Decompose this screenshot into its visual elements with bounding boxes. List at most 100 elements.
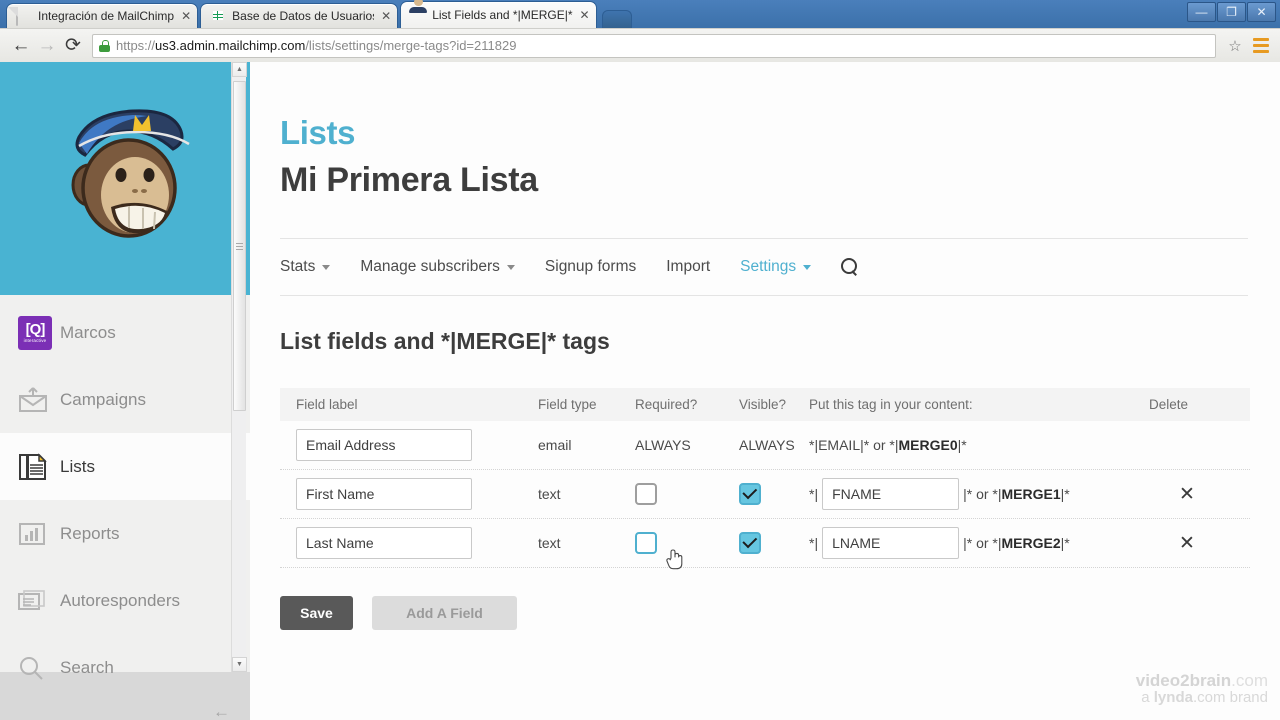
search-icon[interactable]: [841, 258, 859, 276]
back-icon[interactable]: ←: [8, 33, 34, 59]
scroll-down-arrow-icon[interactable]: ▼: [232, 657, 247, 672]
tab-settings[interactable]: Settings: [740, 258, 812, 276]
avatar-icon: [Q] interactive: [18, 315, 60, 350]
required-cell: [635, 532, 739, 554]
autoresponder-icon: [18, 588, 60, 614]
main-content: Lists Mi Primera Lista Stats Manage subs…: [250, 62, 1280, 720]
browser-tab-3-active[interactable]: List Fields and *|MERGE|* ✕: [400, 0, 597, 28]
tab-title: List Fields and *|MERGE|*: [432, 8, 573, 22]
scroll-up-arrow-icon[interactable]: ▲: [232, 62, 247, 77]
visible-checkbox[interactable]: [739, 483, 761, 505]
sidebar-item-autoresponders[interactable]: Autoresponders: [0, 567, 250, 634]
field-label-input[interactable]: Last Name: [296, 527, 472, 559]
merge-tag-prefix: *|: [809, 535, 819, 551]
merge-tag-cell: *| LNAME |* or *|MERGE2|*: [809, 527, 1149, 559]
field-type-cell: text: [538, 486, 561, 502]
save-button[interactable]: Save: [280, 596, 353, 630]
scrollbar-thumb[interactable]: [233, 81, 246, 411]
bar-chart-icon: [18, 521, 60, 547]
merge-tag-cell: *|EMAIL|* or *|MERGE0|*: [809, 437, 1149, 453]
sidebar: [Q] interactive Marcos Campaigns Lists R…: [0, 62, 250, 720]
merge-tag-cell: *| FNAME |* or *|MERGE1|*: [809, 478, 1149, 510]
sidebar-nav: [Q] interactive Marcos Campaigns Lists R…: [0, 295, 250, 701]
tab-close-icon[interactable]: ✕: [381, 10, 391, 22]
tab-signup-forms[interactable]: Signup forms: [545, 258, 636, 276]
delete-field-icon[interactable]: ✕: [1179, 533, 1195, 554]
tab-close-icon[interactable]: ✕: [181, 10, 191, 22]
required-checkbox[interactable]: [635, 483, 657, 505]
field-label-input[interactable]: Email Address: [296, 429, 472, 461]
minimize-button[interactable]: —: [1187, 2, 1216, 22]
add-field-button[interactable]: Add A Field: [372, 596, 517, 630]
sidebar-item-lists[interactable]: Lists: [0, 433, 250, 500]
merge-tag-input[interactable]: LNAME: [822, 527, 960, 559]
column-header-field-label: Field label: [296, 397, 358, 412]
table-row: Email Address email ALWAYS ALWAYS *|EMAI…: [280, 421, 1250, 470]
column-header-delete: Delete: [1149, 397, 1189, 412]
visible-cell: [739, 483, 809, 505]
column-header-visible: Visible?: [739, 397, 787, 412]
magnifier-icon: [18, 655, 60, 681]
visible-checkbox[interactable]: [739, 532, 761, 554]
tab-label: Stats: [280, 258, 316, 275]
browser-tab-2[interactable]: Base de Datos de Usuarios ✕: [200, 3, 399, 28]
table-header-row: Field label Field type Required? Visible…: [280, 388, 1250, 421]
tab-label: Import: [666, 258, 711, 275]
column-header-field-type: Field type: [538, 397, 597, 412]
url-path: /lists/settings/merge-tags?id=211829: [305, 38, 517, 53]
sidebar-scrollbar[interactable]: ▲ ▼: [231, 62, 247, 672]
sidebar-item-label: Campaigns: [60, 389, 146, 409]
lock-icon: [99, 39, 110, 52]
delete-cell: ✕: [1149, 532, 1250, 555]
tab-close-icon[interactable]: ✕: [580, 9, 590, 21]
browser-toolbar: ← → ⟳ https://us3.admin.mailchimp.com/li…: [0, 28, 1280, 62]
required-checkbox[interactable]: [635, 532, 657, 554]
tab-label: Manage subscribers: [360, 258, 500, 275]
column-header-merge-tag: Put this tag in your content:: [809, 397, 973, 412]
tab-manage-subscribers[interactable]: Manage subscribers: [360, 258, 515, 276]
page-body: [Q] interactive Marcos Campaigns Lists R…: [0, 62, 1280, 720]
chevron-down-icon: [506, 264, 515, 270]
new-tab-button[interactable]: [601, 10, 632, 28]
delete-cell: ✕: [1149, 483, 1250, 506]
breadcrumb[interactable]: Lists: [280, 114, 1248, 152]
avatar-initials: [Q]: [25, 320, 46, 338]
address-bar[interactable]: https://us3.admin.mailchimp.com/lists/se…: [92, 33, 1216, 58]
fields-table: Field label Field type Required? Visible…: [280, 388, 1250, 568]
chevron-down-icon: [322, 264, 331, 270]
required-cell: [635, 483, 739, 505]
window-controls: — ❐ ✕: [1187, 2, 1276, 22]
tab-import[interactable]: Import: [666, 258, 710, 276]
form-actions: Save Add A Field: [280, 596, 1248, 630]
bookmark-star-icon[interactable]: ☆: [1226, 37, 1244, 55]
required-value: ALWAYS: [635, 437, 691, 453]
browser-tab-1[interactable]: Integración de MailChimp ✕: [6, 3, 199, 28]
forward-icon[interactable]: →: [34, 33, 60, 59]
reload-icon[interactable]: ⟳: [60, 33, 86, 59]
list-nav-tabs: Stats Manage subscribers Signup forms Im…: [280, 238, 1248, 296]
document-icon: [16, 7, 32, 26]
list-document-icon: [18, 452, 60, 482]
tab-stats[interactable]: Stats: [280, 258, 331, 276]
avatar-sublabel: interactive: [23, 337, 47, 343]
sidebar-item-campaigns[interactable]: Campaigns: [0, 366, 250, 433]
delete-field-icon[interactable]: ✕: [1179, 484, 1195, 505]
sidebar-item-marcos[interactable]: [Q] interactive Marcos: [0, 299, 250, 366]
browser-chrome: Integración de MailChimp ✕ Base de Datos…: [0, 0, 1280, 62]
merge-tag-input[interactable]: FNAME: [822, 478, 960, 510]
sidebar-item-search[interactable]: Search: [0, 634, 250, 701]
tab-strip: Integración de MailChimp ✕ Base de Datos…: [0, 0, 1280, 28]
close-window-button[interactable]: ✕: [1247, 2, 1276, 22]
tab-label: Signup forms: [544, 258, 637, 275]
sidebar-item-reports[interactable]: Reports: [0, 500, 250, 567]
sidebar-item-label: Autoresponders: [60, 590, 181, 610]
field-label-input[interactable]: First Name: [296, 478, 472, 510]
maximize-button[interactable]: ❐: [1217, 2, 1246, 22]
envelope-icon: [18, 386, 60, 413]
table-row: First Name text *| FNAME |* or *|MERGE1|…: [280, 470, 1250, 519]
table-row: Last Name text *| LNAME |* or *|MERGE2|*: [280, 519, 1250, 568]
hamburger-menu-icon[interactable]: [1250, 35, 1272, 57]
field-label-cell: Last Name: [280, 527, 538, 559]
sidebar-collapse-icon[interactable]: ←: [213, 702, 230, 720]
field-label-cell: Email Address: [280, 429, 538, 461]
